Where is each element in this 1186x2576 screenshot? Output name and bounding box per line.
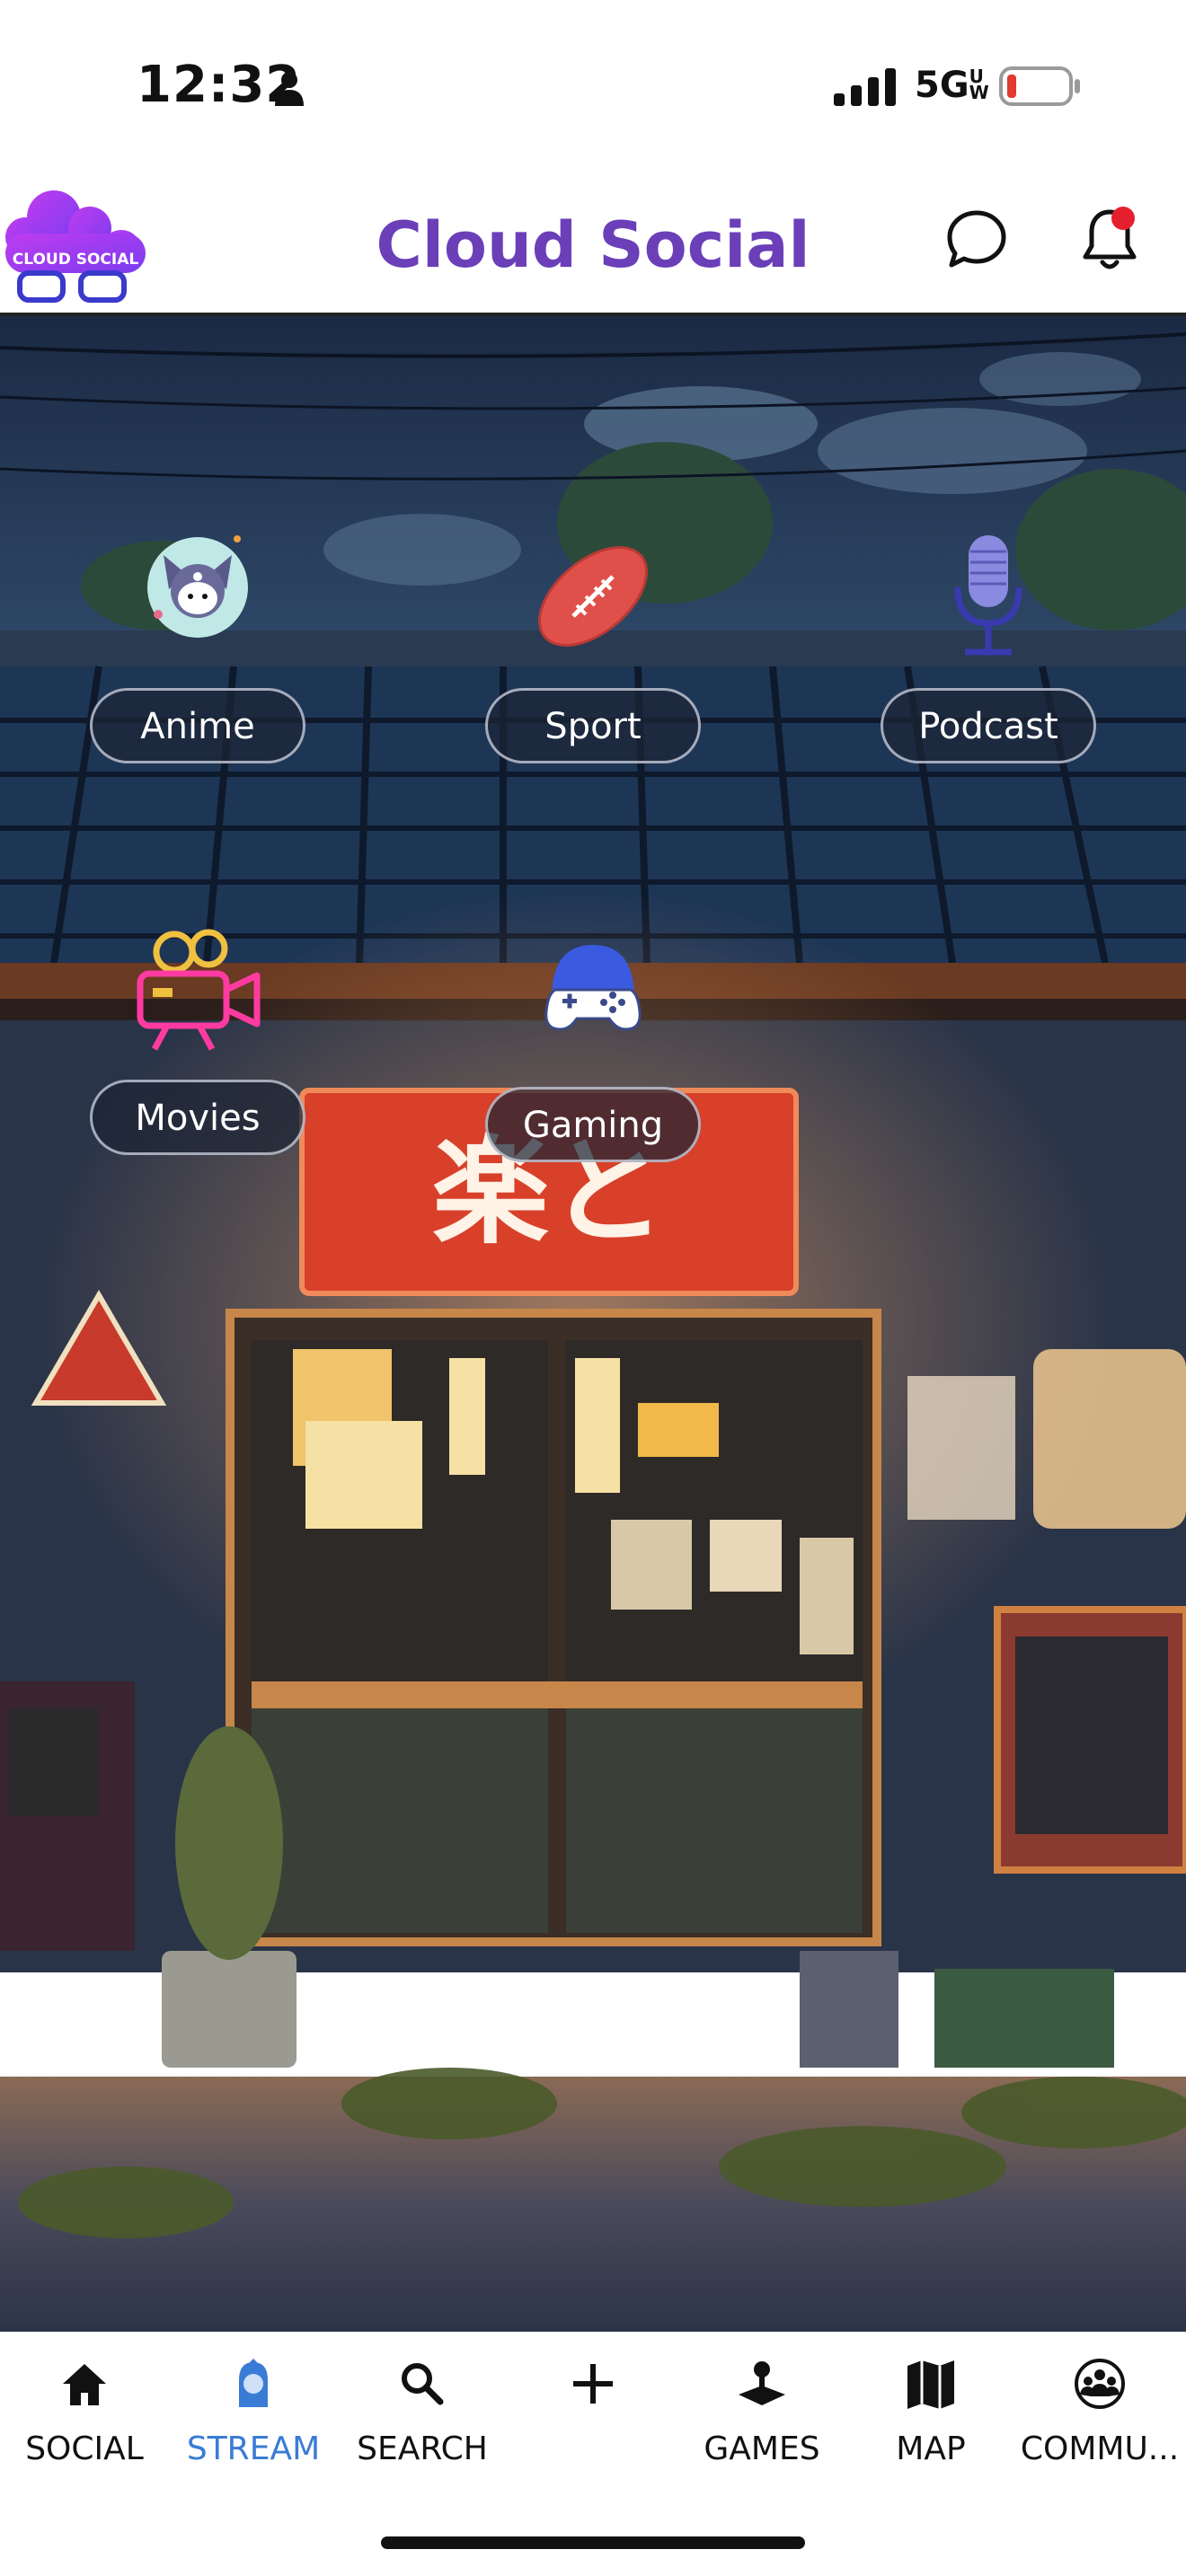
person-icon: [275, 72, 304, 106]
notification-dot: [1111, 207, 1135, 230]
nav-label: SEARCH: [357, 2430, 488, 2467]
nav-map[interactable]: MAP: [846, 2357, 1015, 2474]
nav-community[interactable]: COMMU...: [1015, 2357, 1184, 2474]
nav-label: STREAM: [186, 2430, 321, 2467]
app-title: Cloud Social: [376, 208, 810, 282]
chat-bubble-icon[interactable]: [945, 208, 1008, 271]
category-movies[interactable]: Movies: [90, 927, 305, 1169]
category-podcast[interactable]: Podcast: [881, 534, 1096, 778]
nav-search[interactable]: SEARCH: [338, 2357, 507, 2474]
category-pill[interactable]: Podcast: [881, 688, 1096, 763]
category-pill[interactable]: Anime: [90, 688, 305, 763]
community-icon: [1075, 2359, 1125, 2409]
nav-label: MAP: [896, 2430, 966, 2467]
notification-bell-icon[interactable]: [1078, 205, 1141, 273]
nav-label: COMMU...: [1020, 2430, 1180, 2467]
signal-bars-icon: [834, 68, 896, 106]
nav-social[interactable]: SOCIAL: [0, 2357, 169, 2474]
home-icon: [63, 2364, 106, 2405]
plus-icon: [573, 2364, 613, 2404]
status-bar: 12:32 5GUW: [0, 0, 1186, 171]
anime-character-icon: [147, 535, 248, 638]
category-gaming[interactable]: Gaming: [485, 936, 701, 1178]
search-icon: [402, 2363, 444, 2405]
stream-background-scene: 楽と Anime Sport Podcast Movies Gaming: [0, 316, 1186, 2332]
nav-label: GAMES: [704, 2430, 820, 2467]
category-pill[interactable]: Sport: [485, 688, 701, 763]
nav-label: SOCIAL: [25, 2430, 144, 2467]
category-pill[interactable]: Movies: [90, 1080, 305, 1155]
map-icon: [907, 2360, 954, 2409]
category-sport[interactable]: Sport: [485, 534, 701, 778]
nav-create[interactable]: [509, 2357, 677, 2474]
game-controller-icon: [544, 945, 642, 1031]
category-anime[interactable]: Anime: [90, 534, 305, 778]
battery-low-icon: [999, 66, 1080, 106]
microphone-icon: [954, 535, 1022, 656]
football-icon: [538, 546, 648, 647]
nav-games[interactable]: GAMES: [677, 2357, 846, 2474]
nav-stream[interactable]: STREAM: [169, 2357, 338, 2474]
joystick-icon: [739, 2361, 785, 2405]
category-pill[interactable]: Gaming: [485, 1087, 701, 1162]
stream-avatar-icon: [239, 2359, 268, 2407]
home-indicator[interactable]: [381, 2536, 805, 2549]
app-header: CLOUD SOCIAL Cloud Social: [0, 171, 1186, 316]
network-label: 5GUW: [915, 65, 989, 106]
movie-camera-icon: [137, 929, 261, 1051]
